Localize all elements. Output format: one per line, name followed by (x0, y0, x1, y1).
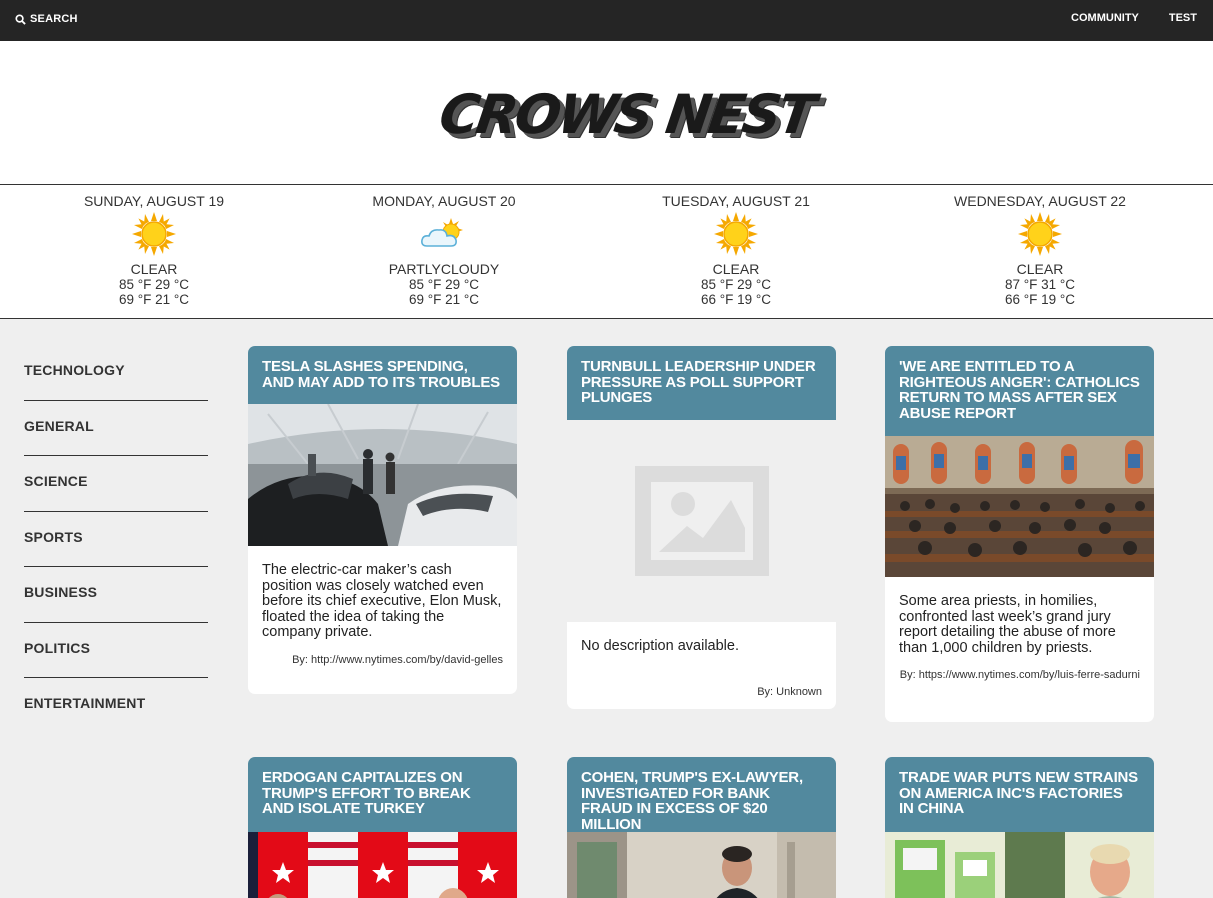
weather-condition: CLEAR (1016, 261, 1064, 277)
weather-day: WEDNESDAY, AUGUST 22 CLEAR 87 °F 31 °C 6… (930, 193, 1150, 307)
nav-community-link[interactable]: COMMUNITY (1071, 12, 1139, 24)
article-title[interactable]: 'WE ARE ENTITLED TO A RIGHTEOUS ANGER': … (885, 346, 1154, 436)
sidebar-item-sports[interactable]: SPORTS (24, 512, 208, 567)
article-byline: By: https://www.nytimes.com/by/luis-ferr… (899, 669, 1140, 681)
street-photo (567, 832, 836, 898)
article-title[interactable]: TRADE WAR PUTS NEW STRAINS ON AMERICA IN… (885, 757, 1154, 832)
sidebar-item-politics[interactable]: POLITICS (24, 623, 208, 678)
search-label: SEARCH (30, 13, 78, 25)
weather-forecast: SUNDAY, AUGUST 19 CLEAR 85 °F 29 °C 69 °… (0, 185, 1213, 319)
article-card[interactable]: TURNBULL LEADERSHIP UNDER PRESSURE AS PO… (567, 346, 836, 709)
search-icon (15, 13, 26, 25)
article-title[interactable]: TESLA SLASHES SPENDING, AND MAY ADD TO I… (248, 346, 517, 404)
weather-high: 85 °F 29 °C (408, 277, 480, 292)
weather-low: 69 °F 21 °C (408, 292, 480, 307)
sidebar-item-entertainment[interactable]: ENTERTAINMENT (24, 678, 208, 734)
partly-cloudy-icon (334, 212, 554, 256)
weather-day: SUNDAY, AUGUST 19 CLEAR 85 °F 29 °C 69 °… (44, 193, 264, 307)
article-title[interactable]: ERDOGAN CAPITALIZES ON TRUMP'S EFFORT TO… (248, 757, 517, 832)
sidebar-item-general[interactable]: GENERAL (24, 401, 208, 456)
sidebar-item-technology[interactable]: TECHNOLOGY (24, 345, 208, 401)
sun-icon (930, 212, 1150, 256)
church-photo (885, 436, 1154, 577)
search-button[interactable]: SEARCH (15, 13, 78, 25)
article-byline: By: Unknown (757, 686, 822, 698)
weather-condition: CLEAR (712, 261, 760, 277)
masthead: CROWS NEST (0, 41, 1213, 185)
weather-high: 85 °F 29 °C (118, 277, 190, 292)
article-title[interactable]: COHEN, TRUMP'S EX-LAWYER, INVESTIGATED F… (567, 757, 836, 832)
factory-worker-photo (885, 832, 1154, 898)
weather-day: TUESDAY, AUGUST 21 CLEAR 85 °F 29 °C 66 … (626, 193, 846, 307)
nav-test-link[interactable]: TEST (1169, 12, 1197, 24)
site-logo[interactable]: CROWS NEST (436, 83, 817, 146)
weather-low: 66 °F 19 °C (700, 292, 772, 307)
weather-date: MONDAY, AUGUST 20 (372, 193, 516, 209)
article-card[interactable]: TESLA SLASHES SPENDING, AND MAY ADD TO I… (248, 346, 517, 694)
weather-low: 69 °F 21 °C (118, 292, 190, 307)
sun-icon (44, 212, 264, 256)
sidebar-item-science[interactable]: SCIENCE (24, 456, 208, 512)
weather-condition: PARTLYCLOUDY (388, 261, 500, 277)
article-description: No description available. (581, 638, 739, 654)
weather-date: WEDNESDAY, AUGUST 22 (954, 193, 1126, 209)
article-title[interactable]: TURNBULL LEADERSHIP UNDER PRESSURE AS PO… (567, 346, 836, 420)
article-byline: By: http://www.nytimes.com/by/david-gell… (292, 654, 503, 666)
article-card[interactable]: 'WE ARE ENTITLED TO A RIGHTEOUS ANGER': … (885, 346, 1154, 722)
weather-low: 66 °F 19 °C (1004, 292, 1076, 307)
sidebar-item-business[interactable]: BUSINESS (24, 567, 208, 623)
top-bar: SEARCH COMMUNITY TEST (0, 0, 1213, 41)
image-placeholder-icon (567, 420, 836, 622)
article-card[interactable]: COHEN, TRUMP'S EX-LAWYER, INVESTIGATED F… (567, 757, 836, 898)
article-description: Some area priests, in homilies, confront… (899, 593, 1116, 656)
weather-high: 85 °F 29 °C (700, 277, 772, 292)
article-card[interactable]: TRADE WAR PUTS NEW STRAINS ON AMERICA IN… (885, 757, 1154, 898)
top-nav: COMMUNITY TEST (1071, 12, 1197, 24)
article-card[interactable]: ERDOGAN CAPITALIZES ON TRUMP'S EFFORT TO… (248, 757, 517, 898)
factory-photo (248, 404, 517, 546)
weather-day: MONDAY, AUGUST 20 PARTLYCLOUDY 85 °F 29 … (334, 193, 554, 307)
weather-date: SUNDAY, AUGUST 19 (83, 193, 225, 209)
category-sidebar: TECHNOLOGY GENERAL SCIENCE SPORTS BUSINE… (24, 345, 208, 734)
sun-icon (626, 212, 846, 256)
flags-photo (248, 832, 517, 898)
article-description: The electric-car maker’s cash position w… (262, 562, 502, 640)
weather-condition: CLEAR (130, 261, 178, 277)
weather-high: 87 °F 31 °C (1004, 277, 1076, 292)
weather-date: TUESDAY, AUGUST 21 (662, 193, 810, 209)
